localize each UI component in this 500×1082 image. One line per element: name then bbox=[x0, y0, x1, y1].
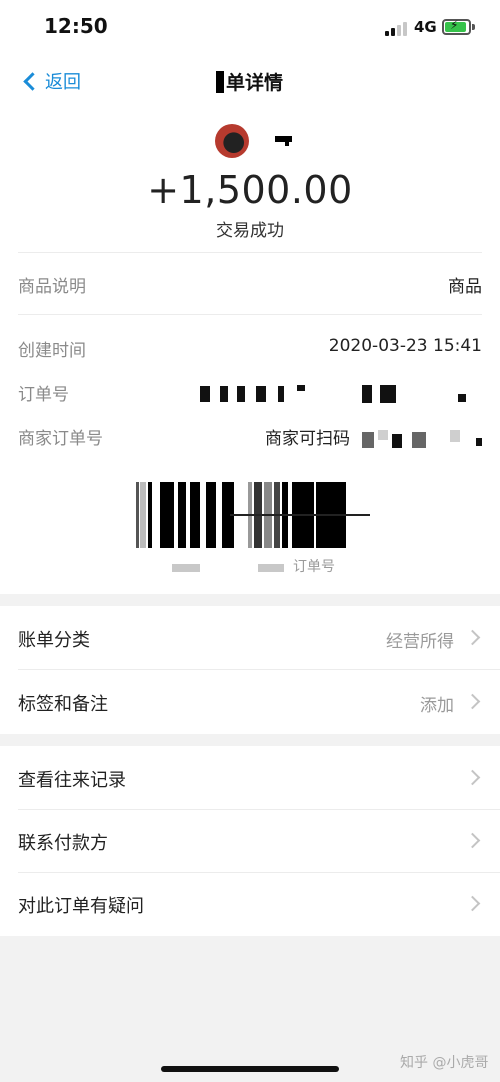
chevron-right-icon bbox=[464, 693, 481, 710]
product-label: 商品说明 bbox=[18, 277, 86, 297]
signal-icon bbox=[385, 20, 409, 36]
redacted-name-mark bbox=[285, 142, 289, 146]
bill-category-item[interactable]: 账单分类 经营所得 bbox=[0, 606, 500, 670]
redacted-name bbox=[275, 136, 292, 142]
product-value: 商品 bbox=[448, 277, 482, 297]
view-history-label: 查看往来记录 bbox=[18, 770, 126, 791]
barcode[interactable] bbox=[130, 478, 370, 550]
contact-payer-label: 联系付款方 bbox=[18, 833, 108, 854]
contact-payer-item[interactable]: 联系付款方 bbox=[0, 809, 500, 873]
nav-bar: 返回 单详情 bbox=[0, 56, 500, 106]
redaction-mask bbox=[216, 70, 224, 93]
created-time-label: 创建时间 bbox=[18, 341, 86, 361]
chevron-right-icon bbox=[464, 895, 481, 912]
actions-group: 查看往来记录 联系付款方 对此订单有疑问 bbox=[0, 746, 500, 936]
created-time-value: 2020-03-23 15:41 bbox=[328, 336, 482, 356]
bill-settings-group: 账单分类 经营所得 标签和备注 添加 bbox=[0, 606, 500, 734]
status-time: 12:50 bbox=[44, 14, 108, 38]
divider bbox=[18, 252, 482, 253]
order-number-label: 订单号 bbox=[18, 385, 69, 405]
bill-category-value: 经营所得 bbox=[386, 632, 454, 652]
back-label: 返回 bbox=[45, 72, 81, 93]
network-type: 4G bbox=[414, 18, 437, 36]
status-bar: 12:50 4G ⚡ bbox=[0, 0, 500, 56]
page-title: 单详情 bbox=[216, 68, 283, 95]
chevron-right-icon bbox=[464, 629, 481, 646]
barcode-caption: 订单号 bbox=[293, 559, 335, 575]
transaction-status: 交易成功 bbox=[216, 221, 284, 241]
battery-cap bbox=[472, 24, 475, 30]
merchant-order-label: 商家订单号 bbox=[18, 429, 103, 449]
home-indicator[interactable] bbox=[161, 1066, 339, 1072]
merchant-order-value: 商家可扫码 bbox=[265, 429, 350, 449]
tags-notes-value: 添加 bbox=[420, 696, 454, 716]
divider bbox=[18, 314, 482, 315]
order-question-label: 对此订单有疑问 bbox=[18, 896, 144, 917]
view-history-item[interactable]: 查看往来记录 bbox=[0, 746, 500, 810]
order-question-item[interactable]: 对此订单有疑问 bbox=[0, 872, 500, 936]
transaction-amount: +1,500.00 bbox=[147, 168, 353, 212]
tags-notes-item[interactable]: 标签和备注 添加 bbox=[0, 670, 500, 734]
chevron-right-icon bbox=[464, 832, 481, 849]
transaction-detail-card: +1,500.00 交易成功 商品说明 商品 创建时间 2020-03-23 1… bbox=[0, 106, 500, 594]
back-chevron-icon bbox=[23, 71, 42, 91]
avatar[interactable] bbox=[215, 124, 249, 158]
battery-icon: ⚡ bbox=[442, 18, 471, 35]
watermark: 知乎 @小虎哥 bbox=[400, 1055, 489, 1071]
page-title-text: 单详情 bbox=[226, 72, 284, 94]
bill-category-label: 账单分类 bbox=[18, 630, 90, 651]
back-button[interactable]: 返回 bbox=[22, 66, 81, 96]
tags-notes-label: 标签和备注 bbox=[18, 694, 108, 715]
chevron-right-icon bbox=[464, 769, 481, 786]
